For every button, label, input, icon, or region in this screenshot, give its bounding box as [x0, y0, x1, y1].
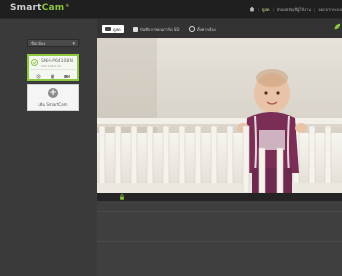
tab-sd-recording[interactable]: บันทึกภาพบนการ์ด SD — [133, 25, 179, 33]
chevron-down-icon: ▾ — [72, 41, 75, 47]
leaf-icon[interactable] — [333, 23, 341, 31]
nav-separator: | — [314, 6, 316, 12]
nav-separator: | — [257, 6, 259, 12]
camera-dropdown[interactable]: ชื่อกล้อง ▾ — [27, 39, 79, 47]
logo-mark: ® — [65, 3, 70, 8]
video-icon[interactable] — [64, 64, 71, 83]
camera-card[interactable]: SNH-P6410BN 192.168.0.10 — [27, 54, 79, 81]
top-nav: | ดูสด | อัปเดตบัญชีผู้ใช้งาน | ออกจากระ… — [249, 5, 342, 13]
gear-icon[interactable] — [36, 64, 41, 83]
add-camera-button[interactable]: + เพิ่ม SmartCam — [27, 84, 79, 111]
video-feed — [97, 38, 342, 193]
nav-separator: | — [272, 6, 274, 12]
home-icon[interactable] — [249, 6, 255, 12]
nav-logout[interactable]: ออกจากระบบ — [318, 6, 342, 13]
tab-live[interactable]: ดูสด — [102, 25, 124, 33]
plus-icon: + — [48, 88, 58, 98]
video-frame — [97, 38, 342, 193]
settings-icon — [189, 26, 195, 32]
divider — [97, 211, 342, 212]
tab-live-label: ดูสด — [113, 26, 121, 32]
bottom-panel — [97, 201, 342, 276]
tab-settings[interactable]: ตั้งค่ากล้อง — [189, 25, 216, 33]
logo-accent: Cam — [41, 3, 65, 13]
camera-actions — [31, 69, 75, 79]
lock-icon — [133, 26, 138, 32]
lock-icon[interactable] — [119, 194, 125, 200]
app-window: SmartCam® | ดูสด | อัปเดตบัญชีผู้ใช้งาน … — [0, 0, 342, 276]
delete-icon[interactable] — [50, 64, 55, 83]
tab-sd-recording-label: บันทึกภาพบนการ์ด SD — [140, 26, 180, 32]
divider — [97, 241, 342, 242]
tab-settings-label: ตั้งค่ากล้อง — [197, 26, 216, 32]
top-bar: SmartCam® | ดูสด | อัปเดตบัญชีผู้ใช้งาน … — [0, 0, 342, 19]
nav-live[interactable]: ดูสด — [262, 6, 270, 13]
logo-text: Smart — [10, 3, 42, 13]
nav-account[interactable]: อัปเดตบัญชีผู้ใช้งาน — [277, 6, 311, 13]
logo: SmartCam® — [10, 3, 70, 13]
camera-icon — [105, 27, 111, 31]
tab-bar: ดูสด บันทึกภาพบนการ์ด SD ตั้งค่ากล้อง — [97, 19, 342, 38]
add-camera-label: เพิ่ม SmartCam — [38, 102, 68, 107]
control-bar — [97, 193, 342, 201]
main-panel: ดูสด บันทึกภาพบนการ์ด SD ตั้งค่ากล้อง — [97, 19, 342, 276]
sidebar: ชื่อกล้อง ▾ SNH-P6410BN 192.168.0.10 + เ… — [0, 19, 96, 276]
camera-dropdown-value: ชื่อกล้อง — [31, 41, 46, 46]
